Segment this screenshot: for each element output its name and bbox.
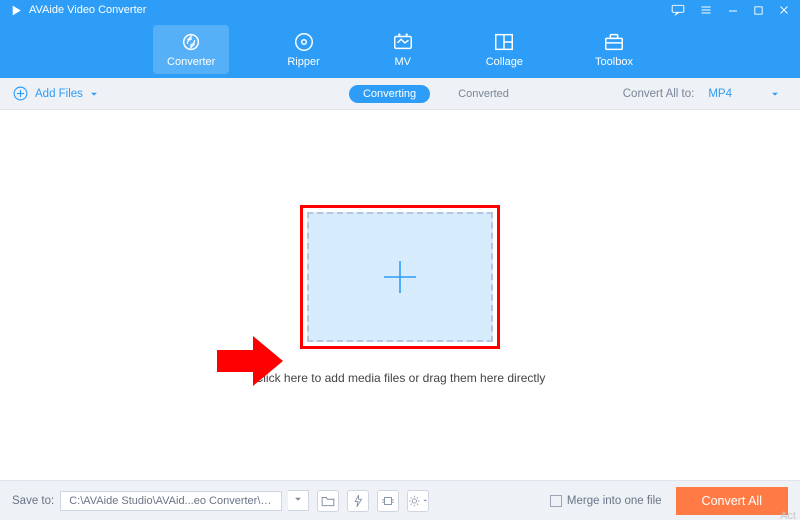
maximize-icon[interactable] bbox=[753, 5, 764, 16]
footer-bar: Save to: C:\AVAide Studio\AVAid...eo Con… bbox=[0, 480, 800, 520]
speech-icon[interactable] bbox=[671, 4, 685, 16]
dropzone-inner bbox=[307, 212, 493, 342]
toolbox-icon bbox=[603, 31, 625, 53]
convert-all-button[interactable]: Convert All bbox=[676, 487, 788, 515]
nav-ripper[interactable]: Ripper bbox=[273, 25, 333, 74]
chip-icon bbox=[381, 494, 395, 508]
play-logo-icon bbox=[10, 4, 23, 17]
main-area: Click here to add media files or drag th… bbox=[0, 110, 800, 480]
checkbox-icon bbox=[550, 495, 562, 507]
lightning-icon bbox=[352, 494, 364, 508]
nav-collage[interactable]: Collage bbox=[472, 25, 537, 74]
plus-circle-icon bbox=[12, 85, 29, 102]
save-to-label: Save to: bbox=[12, 495, 54, 507]
close-icon[interactable] bbox=[778, 4, 790, 16]
red-arrow-icon bbox=[215, 334, 285, 388]
add-files-label: Add Files bbox=[35, 88, 83, 100]
save-path-dropdown[interactable] bbox=[288, 490, 309, 511]
nav-converter[interactable]: Converter bbox=[153, 25, 229, 74]
window-controls bbox=[671, 4, 790, 16]
merge-label: Merge into one file bbox=[567, 495, 662, 507]
main-nav: Converter Ripper MV Collage Toolbox bbox=[0, 20, 800, 78]
nav-mv[interactable]: MV bbox=[378, 25, 428, 74]
chevron-down-icon bbox=[293, 494, 303, 504]
open-folder-button[interactable] bbox=[317, 490, 339, 512]
app-title: AVAide Video Converter bbox=[29, 4, 146, 16]
nav-label: Ripper bbox=[287, 56, 319, 68]
gear-icon bbox=[408, 494, 421, 508]
watermark-text: Act bbox=[780, 510, 796, 522]
nav-label: Converter bbox=[167, 56, 215, 68]
menu-icon[interactable] bbox=[699, 4, 713, 16]
nav-toolbox[interactable]: Toolbox bbox=[581, 25, 647, 74]
add-files-button[interactable]: Add Files bbox=[12, 85, 99, 102]
app-logo: AVAide Video Converter bbox=[10, 4, 146, 17]
convert-all-to-label: Convert All to: bbox=[623, 88, 695, 100]
sub-toolbar: Add Files Converting Converted Convert A… bbox=[0, 78, 800, 110]
output-format-select[interactable]: MP4 bbox=[700, 86, 788, 102]
nav-label: MV bbox=[394, 56, 411, 68]
collage-icon bbox=[493, 31, 515, 53]
nav-label: Collage bbox=[486, 56, 523, 68]
convert-all-to: Convert All to: MP4 bbox=[623, 86, 788, 102]
add-media-dropzone[interactable] bbox=[300, 205, 500, 349]
converter-icon bbox=[179, 31, 203, 53]
save-to-group: Save to: C:\AVAide Studio\AVAid...eo Con… bbox=[12, 490, 309, 511]
chevron-down-icon bbox=[422, 497, 428, 504]
tab-converting[interactable]: Converting bbox=[349, 85, 430, 103]
merge-checkbox[interactable]: Merge into one file bbox=[550, 495, 662, 507]
gpu-accel-button[interactable] bbox=[377, 490, 399, 512]
high-speed-button[interactable] bbox=[347, 490, 369, 512]
tab-converted[interactable]: Converted bbox=[444, 85, 523, 103]
plus-icon bbox=[380, 257, 420, 297]
mv-icon bbox=[392, 31, 414, 53]
chevron-down-icon bbox=[770, 89, 780, 99]
chevron-down-icon bbox=[89, 89, 99, 99]
status-tabs: Converting Converted bbox=[349, 85, 523, 103]
ripper-icon bbox=[293, 31, 315, 53]
dropzone-hint: Click here to add media files or drag th… bbox=[255, 371, 546, 385]
save-path-field[interactable]: C:\AVAide Studio\AVAid...eo Converter\Co… bbox=[60, 491, 282, 511]
nav-label: Toolbox bbox=[595, 56, 633, 68]
folder-icon bbox=[321, 495, 335, 507]
minimize-icon[interactable] bbox=[727, 4, 739, 16]
footer-actions bbox=[317, 490, 429, 512]
output-format-value: MP4 bbox=[708, 88, 732, 100]
titlebar: AVAide Video Converter bbox=[0, 0, 800, 20]
settings-button[interactable] bbox=[407, 490, 429, 512]
